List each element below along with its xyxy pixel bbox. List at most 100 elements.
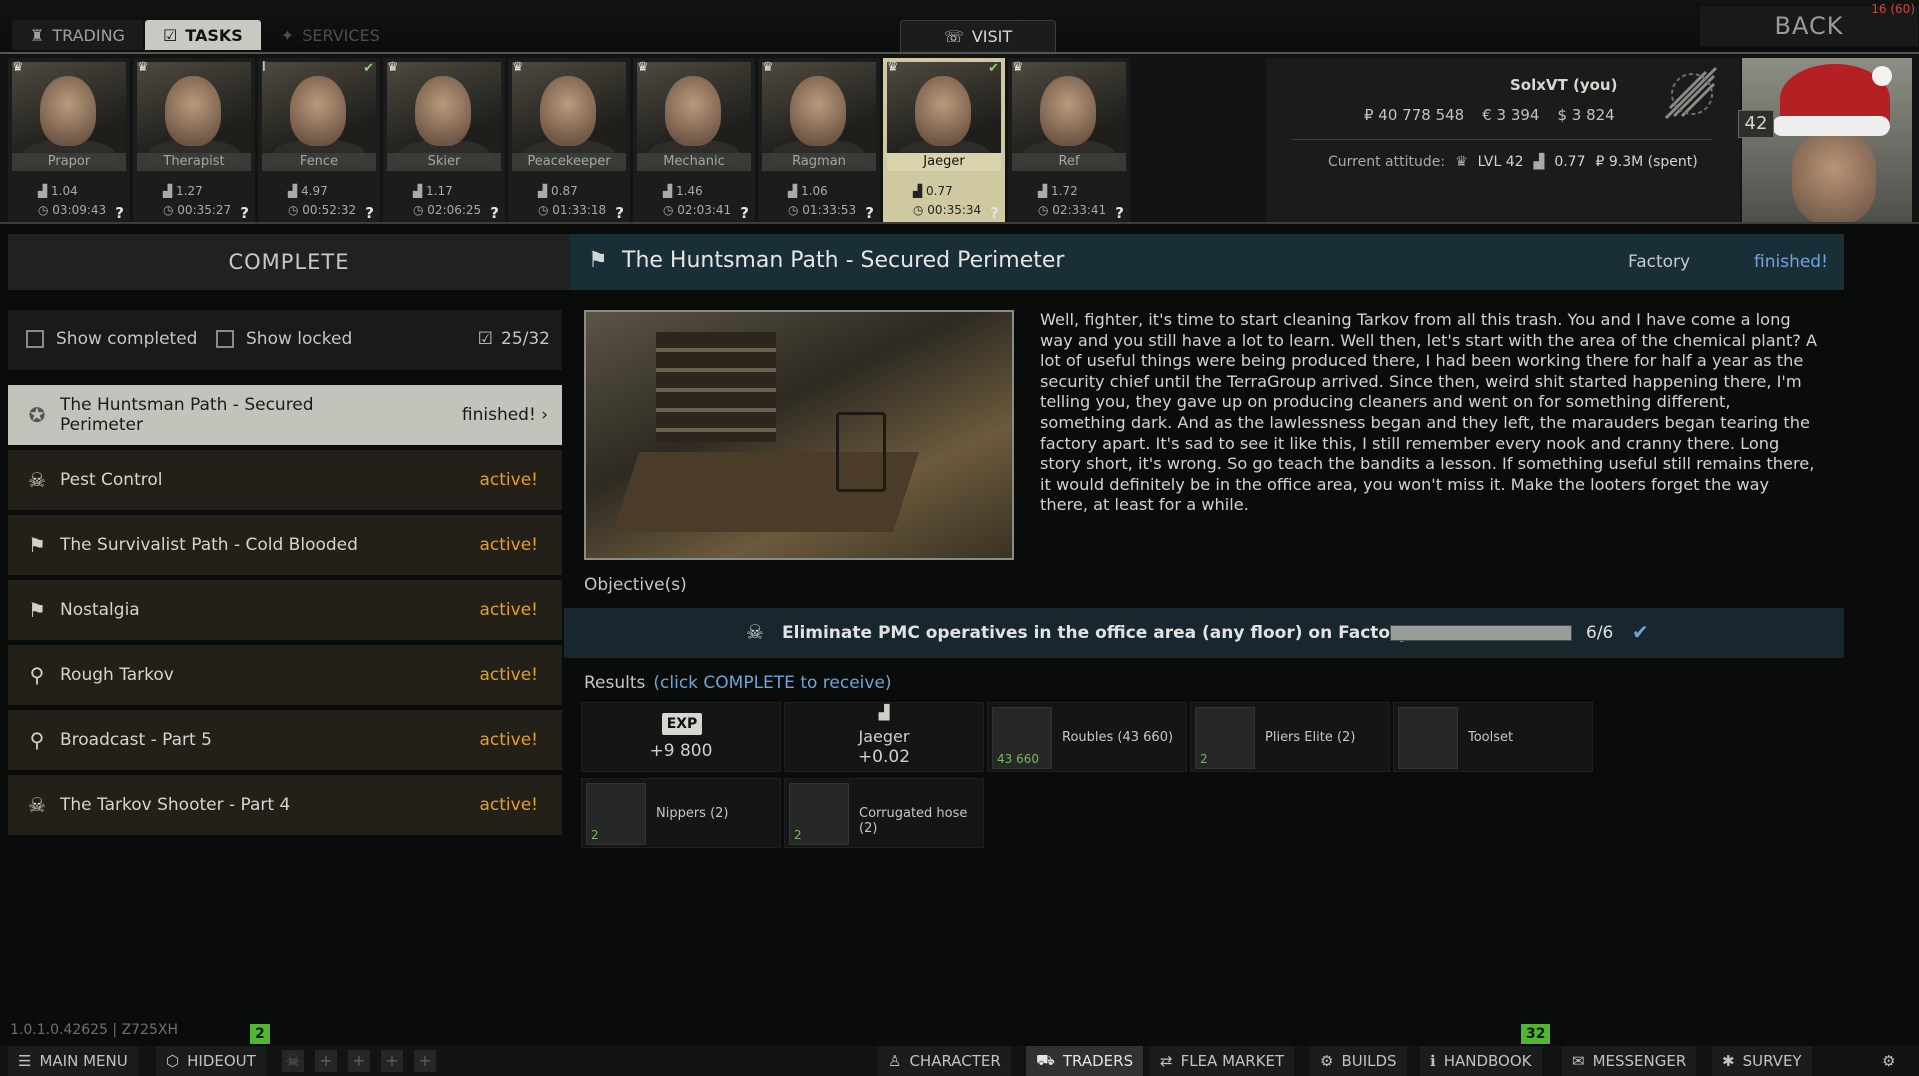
flea-market-button[interactable]: ⇄ FLEA MARKET [1150, 1046, 1295, 1076]
show-locked-checkbox[interactable]: Show locked [216, 329, 352, 349]
standing-value: 1.72 [1051, 184, 1078, 198]
complete-button[interactable]: COMPLETE [8, 234, 570, 290]
euros-amount: € 3 394 [1482, 106, 1540, 124]
reward-reputation: ▟ Jaeger +0.02 [784, 702, 984, 772]
trader-spent: ₽ 9.3M (spent) [1595, 154, 1698, 170]
reward-item-roubles[interactable]: 43 660 Roubles (43 660) [987, 702, 1187, 772]
services-icon: ✦ [280, 25, 295, 45]
tab-services-label: SERVICES [302, 25, 380, 45]
info-icon: ℹ [1430, 1052, 1436, 1070]
reward-item-nippers[interactable]: 2 Nippers (2) [581, 778, 781, 848]
quest-item-status: active! [479, 470, 539, 490]
quest-item[interactable]: ⚲ Broadcast - Part 5 active! [8, 710, 562, 770]
chevron-right-icon: › [541, 405, 548, 425]
item-qty: 2 [591, 828, 599, 842]
trader-card-fence[interactable]: I ✔? Fence ▟ 4.97 ◷ 00:52:32 [258, 58, 380, 222]
plus-icon[interactable]: + [381, 1050, 403, 1072]
attitude-label: Current attitude: [1328, 154, 1446, 170]
button-label: MAIN MENU [39, 1052, 128, 1070]
reward-item-toolset[interactable]: Toolset [1393, 702, 1593, 772]
quest-type-icon: ⚑ [28, 533, 46, 557]
handbook-badge: 32 [1521, 1024, 1551, 1044]
quest-type-icon: ☠ [28, 793, 46, 817]
tab-trading[interactable]: ♜ TRADING [12, 20, 143, 50]
checkbox-box [216, 330, 234, 348]
trader-name: Peacekeeper [512, 153, 626, 171]
builds-button[interactable]: ⚙ BUILDS [1310, 1046, 1407, 1076]
builds-icon: ⚙ [1320, 1052, 1334, 1070]
settings-button[interactable]: ⚙ [1872, 1046, 1905, 1076]
objective-count: 6/6 [1586, 623, 1614, 643]
trader-portrait [1012, 62, 1126, 164]
flea-icon: ⇄ [1160, 1052, 1173, 1070]
survey-button[interactable]: ✱ SURVEY [1712, 1046, 1812, 1076]
check-circle-icon: ☑ [477, 329, 493, 349]
messenger-button[interactable]: ✉ MESSENGER [1562, 1046, 1697, 1076]
reward-item-hose[interactable]: 2 Corrugated hose (2) [784, 778, 984, 848]
quest-image [584, 310, 1014, 560]
main-menu-button[interactable]: ☰ MAIN MENU [8, 1046, 138, 1076]
quest-item[interactable]: ⚑ Nostalgia active! [8, 580, 562, 640]
character-button[interactable]: ♙ CHARACTER [878, 1046, 1011, 1076]
roubles-amount: ₽ 40 778 548 [1364, 106, 1465, 124]
trader-portrait [137, 62, 251, 164]
trader-restock: ◷ 01:33:53 [788, 203, 857, 217]
quest-item[interactable]: ✪ The Huntsman Path - Secured Perimeter fi… [8, 385, 562, 445]
hideout-button[interactable]: ⬡ HIDEOUT [156, 1046, 266, 1076]
trading-icon: ♜ [30, 25, 45, 45]
standing-value: 1.04 [51, 184, 78, 198]
bottom-bar: ☰ MAIN MENU ⬡ HIDEOUT ☠ + + + + ♙ CHARACTER… [0, 1046, 1919, 1076]
show-completed-checkbox[interactable]: Show completed [26, 329, 197, 349]
quest-item-status: active! [479, 600, 539, 620]
traders-button[interactable]: ⛟ TRADERS [1026, 1046, 1144, 1076]
jaeger-emblem-icon [1664, 66, 1718, 120]
trader-card-mechanic[interactable]: ♛? Mechanic ▟ 1.46 ◷ 02:03:41 [633, 58, 755, 222]
quest-item[interactable]: ☠ The Tarkov Shooter - Part 4 active! [8, 775, 562, 835]
item-name: Pliers Elite (2) [1265, 730, 1356, 745]
trader-card-jaeger[interactable]: ♛ ✔? Jaeger ▟ 0.77 ◷ 00:35:34 [883, 58, 1005, 222]
trader-card-peacekeeper[interactable]: ♛? Peacekeeper ▟ 0.87 ◷ 01:33:18 [508, 58, 630, 222]
trader-card-ref[interactable]: ♛? Ref ▟ 1.72 ◷ 02:33:41 [1008, 58, 1130, 222]
trader-card-ragman[interactable]: ♛? Ragman ▟ 1.06 ◷ 01:33:53 [758, 58, 880, 222]
tab-services[interactable]: ✦ SERVICES [263, 20, 398, 50]
fps-counter: 16 (60) [1871, 2, 1915, 16]
quest-count: ☑ 25/32 [478, 329, 550, 349]
trader-card-prapor[interactable]: ♛? Prapor ▟ 1.04 ◷ 03:09:43 [8, 58, 130, 222]
dollars-amount: $ 3 824 [1557, 106, 1615, 124]
plus-icon[interactable]: + [348, 1050, 370, 1072]
rank-icon: ♛ [1012, 60, 1024, 75]
handbook-button[interactable]: ℹ HANDBOOK [1420, 1046, 1542, 1076]
button-label: BUILDS [1341, 1052, 1397, 1070]
hose-icon: 2 [789, 783, 849, 845]
visit-button[interactable]: ☏ VISIT [900, 20, 1056, 52]
trader-name: Ragman [762, 153, 876, 171]
quest-item[interactable]: ⚲ Rough Tarkov active! [8, 645, 562, 705]
quest-item-status: finished! › [461, 405, 548, 425]
quest-item[interactable]: ☠ Pest Control active! [8, 450, 562, 510]
reward-item-pliers[interactable]: 2 Pliers Elite (2) [1190, 702, 1390, 772]
trader-level: LVL 42 [1477, 154, 1524, 170]
nippers-icon: 2 [586, 783, 646, 845]
quest-item-status: active! [479, 665, 539, 685]
trader-card-therapist[interactable]: ♛? Therapist ▟ 1.27 ◷ 00:35:27 [133, 58, 255, 222]
trader-portrait [262, 62, 376, 164]
quest-item-title: Rough Tarkov [60, 665, 174, 685]
menu-icon: ☰ [18, 1052, 32, 1070]
trader-standing: ▟ 0.87 [538, 184, 578, 198]
rank-icon: ♛ [762, 60, 774, 75]
scav-icon[interactable]: ☠ [282, 1050, 304, 1072]
trader-card-skier[interactable]: ♛? Skier ▟ 1.17 ◷ 02:06:25 [383, 58, 505, 222]
reward-exp: EXP +9 800 [581, 702, 781, 772]
restock-time: 03:09:43 [52, 203, 107, 217]
trader-standing: ▟ 1.27 [163, 184, 203, 198]
plus-icon[interactable]: + [414, 1050, 436, 1072]
tab-tasks[interactable]: ☑ TASKS [144, 20, 261, 50]
rank-icon: I [262, 60, 266, 75]
quest-item-title: The Huntsman Path - Secured Perimeter [60, 395, 314, 435]
skull-icon: ☠ [746, 620, 764, 644]
trader-restock: ◷ 00:35:34 [913, 203, 982, 217]
quest-item[interactable]: ⚑ The Survivalist Path - Cold Blooded acti… [8, 515, 562, 575]
trader-standing: ▟ 1.46 [663, 184, 703, 198]
player-divider [1292, 139, 1712, 140]
plus-icon[interactable]: + [315, 1050, 337, 1072]
